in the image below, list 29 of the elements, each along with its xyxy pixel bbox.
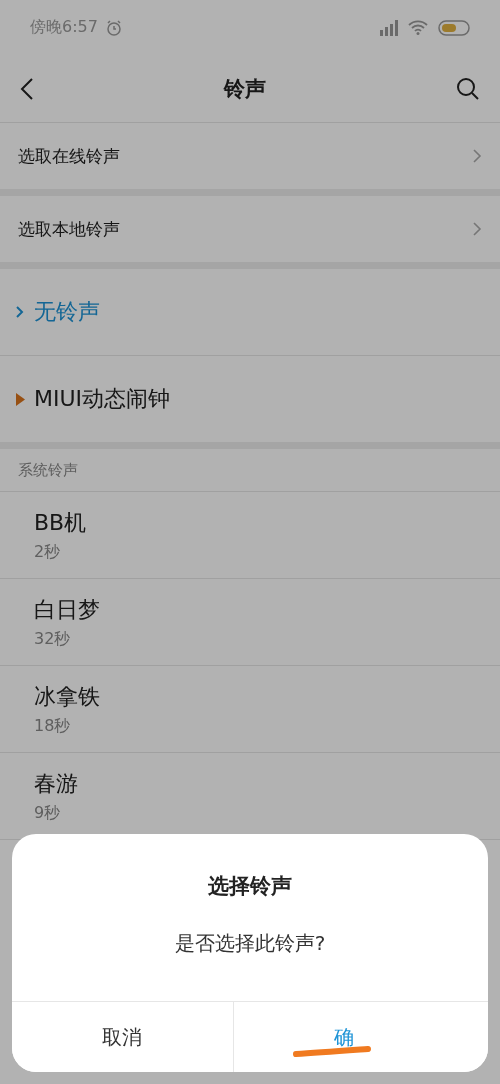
signal-icon [380, 19, 398, 36]
battery-icon [438, 19, 470, 36]
dialog-title: 选择铃声 [207, 873, 293, 900]
ringtone-duration: 18秒 [34, 715, 72, 737]
ringtone-name: 春游 [34, 769, 79, 798]
ringtone-duration: 32秒 [34, 628, 72, 650]
menu-row[interactable]: 选取在线铃声 [0, 123, 500, 189]
ringtone-name: BB机 [34, 508, 88, 537]
dialog-message: 是否选择此铃声? [173, 930, 327, 957]
chevron-right-icon [472, 221, 482, 237]
chevron-right-icon [472, 148, 482, 164]
search-icon[interactable] [456, 76, 480, 101]
ringtone-duration: 9秒 [34, 802, 62, 824]
option-label: 无铃声 [34, 298, 100, 326]
triangle-icon [15, 392, 25, 406]
back-icon[interactable] [20, 76, 34, 101]
menu-row[interactable]: 选取本地铃声 [0, 196, 500, 262]
ringtone-item[interactable]: BB机 2秒 [0, 492, 500, 579]
option-label: MIUI动态闹钟 [34, 385, 171, 413]
ringtone-duration: 2秒 [34, 541, 62, 563]
ringtone-name: 冰拿铁 [34, 682, 101, 711]
ringtone-item[interactable]: 冰拿铁 18秒 [0, 666, 500, 753]
alarm-icon [105, 19, 122, 36]
status-time: 傍晚6:57 [30, 17, 98, 38]
wifi-icon [408, 20, 428, 35]
page-title: 铃声 [222, 75, 267, 103]
section-heading: 系统铃声 [0, 449, 500, 492]
ringtone-name: 白日梦 [34, 595, 101, 624]
ringtone-item[interactable]: 白日梦 32秒 [0, 579, 500, 666]
